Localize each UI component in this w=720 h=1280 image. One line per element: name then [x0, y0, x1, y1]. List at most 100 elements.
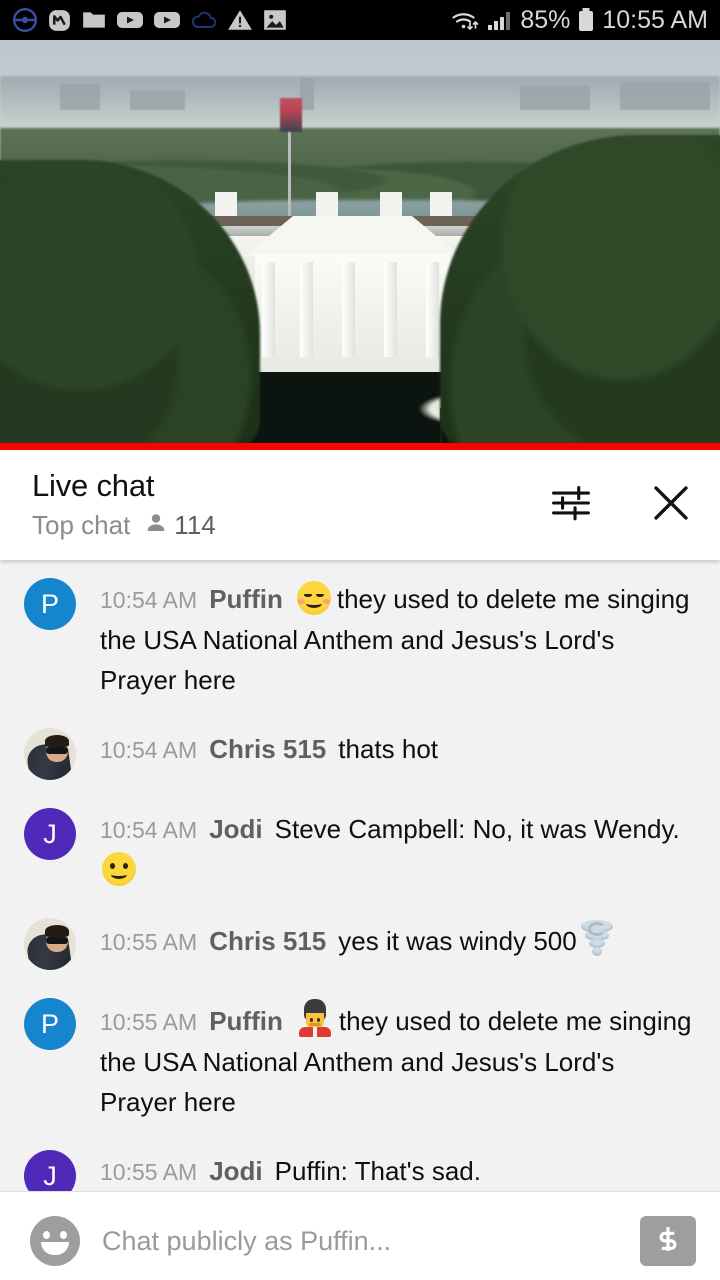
avatar-initial: P — [40, 588, 59, 619]
chimney — [430, 192, 452, 218]
message-timestamp: 10:55 AM — [100, 1159, 198, 1185]
messenger-icon — [47, 8, 72, 33]
message-text: Steve Campbell: No, it was Wendy. — [274, 814, 680, 844]
city-skyline — [0, 76, 720, 122]
chat-message[interactable]: 10:55 AM Chris 515 yes it was windy 500 — [0, 918, 720, 970]
avatar-photo-glasses — [46, 937, 68, 944]
column — [300, 262, 313, 357]
chat-message[interactable]: J 10:54 AM Jodi Steve Campbell: No, it was … — [0, 808, 720, 890]
viewer-count-label: 114 — [174, 510, 216, 541]
chat-message-body: 10:54 AM Chris 515 thats hot — [100, 728, 698, 770]
emoji-face-icon[interactable] — [30, 1216, 80, 1266]
avatar-photo-hair — [45, 925, 69, 937]
live-chat-header-text: Live chat Top chat 114 — [32, 467, 548, 541]
avatar-initial: J — [43, 1160, 57, 1191]
background-building — [300, 78, 314, 110]
dollar-sign-icon — [653, 1224, 683, 1259]
chat-message[interactable]: 10:54 AM Chris 515 thats hot — [0, 728, 720, 780]
smiling-face-emoji — [296, 581, 331, 615]
chat-message-body: 10:54 AM Jodi Steve Campbell: No, it was W… — [100, 808, 698, 890]
guardsman-emoji — [297, 999, 333, 1037]
chat-message-body: 10:55 AM Chris 515 yes it was windy 500 — [100, 918, 698, 962]
status-bar: 85% 10:55 AM — [0, 0, 720, 40]
message-author[interactable]: Chris 515 — [209, 926, 326, 956]
message-text: yes it was windy 500 — [338, 926, 577, 956]
status-bar-system-icons: 85% 10:55 AM — [450, 6, 708, 35]
person-icon — [144, 511, 168, 540]
chat-mode-label[interactable]: Top chat — [32, 510, 130, 541]
message-timestamp: 10:54 AM — [100, 587, 198, 613]
avatar-photo-glasses — [46, 747, 68, 754]
viewer-count-group: 114 — [144, 510, 216, 541]
video-progress-bar[interactable] — [0, 443, 720, 450]
slightly-smiling-face-emoji — [102, 852, 136, 886]
cloud-icon — [190, 7, 218, 33]
chat-message-body: 10:55 AM Puffin they used to delete me sin… — [100, 998, 698, 1122]
avatar-photo-hair — [45, 735, 69, 747]
avatar[interactable] — [24, 728, 76, 780]
message-text: Puffin: That's sad. — [274, 1156, 481, 1186]
message-timestamp: 10:54 AM — [100, 737, 198, 763]
clock-label: 10:55 AM — [602, 5, 708, 34]
background-building — [520, 86, 590, 110]
avatar-initial: J — [43, 818, 57, 849]
video-player[interactable] — [0, 40, 720, 450]
message-timestamp: 10:54 AM — [100, 817, 198, 843]
close-chat-button[interactable] — [648, 482, 694, 528]
chat-message-list[interactable]: P 10:54 AM Puffin they used to delete me si… — [0, 560, 720, 1191]
american-flag — [280, 98, 302, 132]
avatar[interactable]: P — [24, 998, 76, 1050]
folder-icon — [81, 7, 107, 33]
chat-message[interactable]: P 10:54 AM Puffin they used to delete me si… — [0, 578, 720, 700]
message-author[interactable]: Puffin — [209, 1006, 283, 1036]
column — [262, 262, 275, 357]
cell-signal-icon — [487, 8, 513, 32]
chimney — [215, 192, 237, 218]
message-author[interactable]: Chris 515 — [209, 734, 326, 764]
avatar[interactable]: J — [24, 1150, 76, 1191]
message-timestamp: 10:55 AM — [100, 929, 198, 955]
message-author[interactable]: Puffin — [209, 584, 283, 614]
wifi-icon — [450, 7, 480, 33]
page-title: Live chat — [32, 467, 155, 503]
chimney — [316, 192, 338, 218]
youtube-icon — [153, 6, 181, 34]
live-chat-header: Live chat Top chat 114 — [0, 450, 720, 560]
pokemon-go-icon — [12, 7, 38, 33]
chat-message-body: 10:55 AM Jodi Puffin: That's sad. — [100, 1150, 698, 1191]
message-author[interactable]: Jodi — [209, 814, 262, 844]
chat-settings-button[interactable] — [548, 482, 594, 528]
tune-icon — [549, 481, 593, 530]
chat-message[interactable]: P 10:55 AM Puffin they used to delete me si… — [0, 998, 720, 1122]
column — [384, 262, 397, 357]
message-text: thats hot — [338, 734, 438, 764]
warning-icon — [227, 7, 253, 33]
chat-message[interactable]: J 10:55 AM Jodi Puffin: That's sad. — [0, 1150, 720, 1191]
background-building — [60, 84, 100, 110]
column — [342, 262, 355, 357]
avatar[interactable]: J — [24, 808, 76, 860]
chat-input[interactable] — [102, 1225, 618, 1257]
avatar[interactable]: P — [24, 578, 76, 630]
photo-icon — [262, 7, 288, 33]
message-timestamp: 10:55 AM — [100, 1009, 198, 1035]
background-building — [130, 90, 185, 110]
pediment — [245, 216, 460, 256]
chimney — [380, 192, 402, 218]
live-chat-header-actions — [548, 482, 694, 528]
chat-input-bar — [0, 1191, 720, 1280]
chat-message-body: 10:54 AM Puffin they used to delete me sin… — [100, 578, 698, 700]
video-player-icon — [116, 6, 144, 34]
tornado-emoji — [579, 919, 615, 957]
close-icon — [648, 480, 694, 531]
battery-percent-label: 85% — [520, 5, 571, 34]
avatar-initial: P — [40, 1008, 59, 1039]
superchat-button[interactable] — [640, 1216, 696, 1266]
status-bar-notification-icons — [12, 6, 450, 34]
live-chat-subheader: Top chat 114 — [32, 510, 548, 541]
avatar[interactable] — [24, 918, 76, 970]
message-author[interactable]: Jodi — [209, 1156, 262, 1186]
background-building — [620, 82, 710, 110]
battery-icon — [577, 7, 595, 33]
column — [426, 262, 439, 357]
